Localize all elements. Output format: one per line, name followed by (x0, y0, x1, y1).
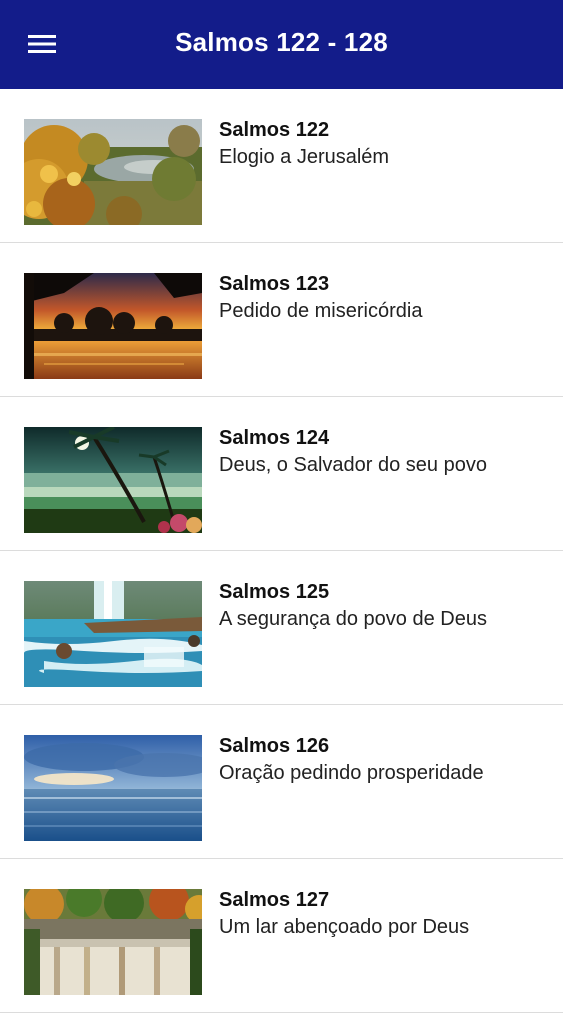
ocean-horizon-image (24, 735, 202, 841)
item-title: Salmos 124 (219, 427, 330, 449)
app-bar: Salmos 122 - 128 (0, 0, 563, 89)
item-subtitle: Elogio a Jerusalém (219, 146, 390, 168)
list-item-salmos-122[interactable]: Salmos 122 Elogio a Jerusalém (0, 89, 563, 243)
list-item-salmos-126[interactable]: Salmos 126 Oração pedindo prosperidade (0, 705, 563, 859)
item-subtitle: Deus, o Salvador do seu povo (219, 454, 487, 476)
item-subtitle: Pedido de misericórdia (219, 300, 423, 322)
item-subtitle: Oração pedindo prosperidade (219, 762, 484, 784)
turquoise-waterfall-image (24, 581, 202, 687)
item-title: Salmos 127 (219, 889, 330, 911)
item-subtitle: Um lar abençoado por Deus (219, 916, 470, 938)
list-item-salmos-124[interactable]: Salmos 124 Deus, o Salvador do seu povo (0, 397, 563, 551)
list-item-salmos-123[interactable]: Salmos 123 Pedido de misericórdia (0, 243, 563, 397)
page-title: Salmos 122 - 128 (175, 27, 388, 57)
item-title: Salmos 125 (219, 581, 330, 603)
psalm-list: Salmos 122 Elogio a Jerusalém Salmos 123… (0, 89, 563, 1013)
autumn-pond-image (24, 119, 202, 225)
item-title: Salmos 126 (219, 735, 330, 757)
item-subtitle: A segurança do povo de Deus (219, 608, 487, 630)
autumn-waterfall-image (24, 889, 202, 995)
list-item-salmos-125[interactable]: Salmos 125 A segurança do povo de Deus (0, 551, 563, 705)
list-item-salmos-127[interactable]: Salmos 127 Um lar abençoado por Deus (0, 859, 563, 1013)
item-title: Salmos 122 (219, 119, 330, 141)
item-title: Salmos 123 (219, 273, 330, 295)
moonlit-palm-image (24, 427, 202, 533)
sunset-lake-image (24, 273, 202, 379)
